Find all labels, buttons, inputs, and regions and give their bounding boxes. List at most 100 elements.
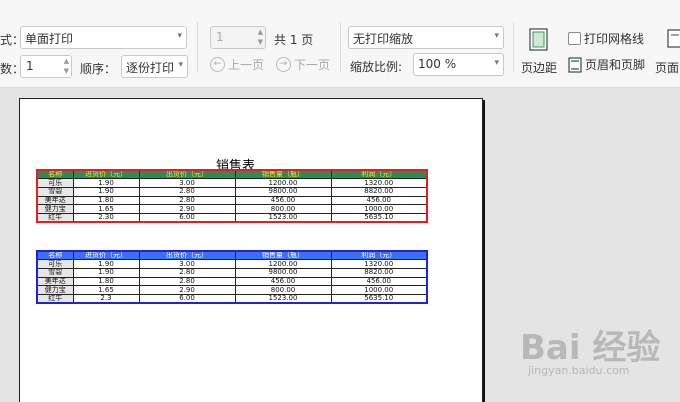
table-cell: 1523.00 [234, 212, 332, 223]
table-cell: 2.3 [72, 293, 140, 304]
table-cell: 9800.00 [234, 267, 332, 278]
scaling-value: 无打印缩放 [353, 32, 414, 46]
header-footer-icon [568, 56, 582, 73]
margins-label: 页边距 [521, 61, 558, 75]
separator [340, 22, 341, 72]
header-footer-button[interactable]: 页眉和页脚 [568, 56, 645, 73]
table-cell: 2.90 [138, 204, 236, 214]
spinner-arrows-icon[interactable]: ▲ ▼ [258, 27, 263, 47]
checkbox-box[interactable] [568, 32, 581, 45]
table-cell: 1.65 [72, 204, 140, 214]
table-cell: 1200.00 [234, 259, 332, 269]
table-row: 雪碧 1.90 2.80 9800.00 8820.00 [36, 186, 428, 197]
column-header: 名称 [36, 169, 74, 180]
column-header: 进货价（元） [72, 169, 140, 180]
column-header: 销售量（瓶） [234, 250, 332, 261]
table-row: 美年达 1.80 2.80 456.00 456.00 [36, 195, 428, 206]
table-cell: 1.90 [72, 267, 140, 278]
print-preview-toolbar: 式： 单面打印 ▾ 数： 1 ▲ ▼ 顺序： 逐份打印 ▾ 1 ▲ ▼ 共 1 页 … [0, 0, 680, 88]
order-value: 逐份打印 [126, 61, 175, 75]
table-cell: 5635.10 [330, 212, 428, 223]
copies-value: 1 [26, 59, 34, 73]
table-cell: 2.90 [138, 285, 236, 295]
column-header: 进货价（元） [72, 250, 140, 261]
table-cell: 1320.00 [330, 259, 428, 269]
total-pages: 共 1 页 [274, 33, 314, 47]
order-select[interactable]: 逐份打印 ▾ [121, 55, 188, 78]
table-cell: 456.00 [234, 276, 332, 287]
table-cell: 5635.10 [330, 293, 428, 304]
table-cell: 456.00 [234, 195, 332, 206]
table-cell: 1.90 [72, 178, 140, 188]
page-setup-label: 页面 [655, 61, 680, 75]
table-cell: 2.30 [72, 212, 140, 223]
table-header-row: 名称 进货价（元） 出货价（元） 销售量（瓶） 利润（元） [36, 250, 428, 261]
chevron-down-icon: ▾ [494, 58, 499, 68]
table-cell: 1.80 [72, 195, 140, 206]
table-cell: 1200.00 [234, 178, 332, 188]
page-number-spinner[interactable]: 1 ▲ ▼ [210, 26, 266, 49]
zoom-select[interactable]: 100 % ▾ [413, 53, 504, 76]
margins-button[interactable]: 页边距 [520, 26, 560, 76]
table-cell: 8820.00 [330, 186, 428, 197]
column-header: 销售量（瓶） [234, 169, 332, 180]
table-cell: 2.80 [138, 195, 236, 206]
separator [513, 22, 514, 72]
table-cell: 美年达 [36, 195, 74, 206]
table-row: 健力宝 1.65 2.90 800.00 1000.00 [36, 204, 428, 214]
column-header: 名称 [36, 250, 74, 261]
watermark-brand: Bai 经验 [520, 328, 661, 368]
scaling-select[interactable]: 无打印缩放 ▾ [348, 26, 504, 49]
separator [197, 22, 198, 72]
table-row: 红牛 2.3 6.00 1523.00 5635.10 [36, 293, 428, 304]
column-header: 利润（元） [330, 250, 428, 261]
table-cell: 2.80 [138, 267, 236, 278]
column-header: 出货价（元） [138, 250, 236, 261]
arrow-right-icon: → [276, 57, 291, 72]
table-cell: 2.80 [138, 276, 236, 287]
print-mode-value: 单面打印 [25, 32, 74, 46]
table-cell: 美年达 [36, 276, 74, 287]
table-cell: 800.00 [234, 285, 332, 295]
table-cell: 1000.00 [330, 285, 428, 295]
table-row: 红牛 2.30 6.00 1523.00 5635.10 [36, 212, 428, 223]
arrow-left-icon: ← [210, 57, 225, 72]
page-setup-icon [667, 29, 680, 48]
table-cell: 红牛 [36, 212, 74, 223]
table-cell: 6.00 [138, 212, 236, 223]
table-cell: 红牛 [36, 293, 74, 304]
table-cell: 6.00 [138, 293, 236, 304]
spinner-arrows-icon[interactable]: ▲ ▼ [64, 56, 69, 76]
table-cell: 可乐 [36, 259, 74, 269]
column-header: 出货价（元） [138, 169, 236, 180]
print-gridlines-checkbox[interactable]: 打印网格线 [568, 30, 644, 47]
table-cell: 雪碧 [36, 186, 74, 197]
table-row: 健力宝 1.65 2.90 800.00 1000.00 [36, 285, 428, 295]
page-margins-icon [529, 28, 548, 51]
print-preview-page: 销售表 名称 进货价（元） 出货价（元） 销售量（瓶） 利润（元） 可乐 1.9… [19, 98, 483, 402]
table-cell: 健力宝 [36, 285, 74, 295]
table-cell: 3.00 [138, 178, 236, 188]
copies-spinner[interactable]: 1 ▲ ▼ [20, 55, 72, 78]
table-cell: 8820.00 [330, 267, 428, 278]
table-row: 可乐 1.90 3.00 1200.00 1320.00 [36, 259, 428, 269]
page-setup-button[interactable]: 页面 [655, 26, 680, 76]
table-cell: 1.65 [72, 285, 140, 295]
print-mode-select[interactable]: 单面打印 ▾ [20, 26, 187, 49]
watermark-url: jingyan.baidu.com [528, 364, 630, 377]
table-cell: 456.00 [330, 195, 428, 206]
table-row: 美年达 1.80 2.80 456.00 456.00 [36, 276, 428, 287]
table-cell: 雪碧 [36, 267, 74, 278]
chevron-down-icon: ▾ [177, 31, 182, 41]
table-cell: 1000.00 [330, 204, 428, 214]
header-footer-label: 页眉和页脚 [585, 58, 646, 72]
next-page-button[interactable]: → 下一页 [276, 56, 330, 73]
prev-page-button[interactable]: ← 上一页 [210, 56, 264, 73]
chevron-down-icon: ▾ [494, 31, 499, 41]
order-label: 顺序： [80, 62, 117, 76]
table-cell: 1.90 [72, 259, 140, 269]
prev-page-label: 上一页 [228, 58, 265, 72]
table-cell: 1.80 [72, 276, 140, 287]
sales-table-red: 名称 进货价（元） 出货价（元） 销售量（瓶） 利润（元） 可乐 1.90 3.… [36, 169, 428, 224]
table-cell: 9800.00 [234, 186, 332, 197]
